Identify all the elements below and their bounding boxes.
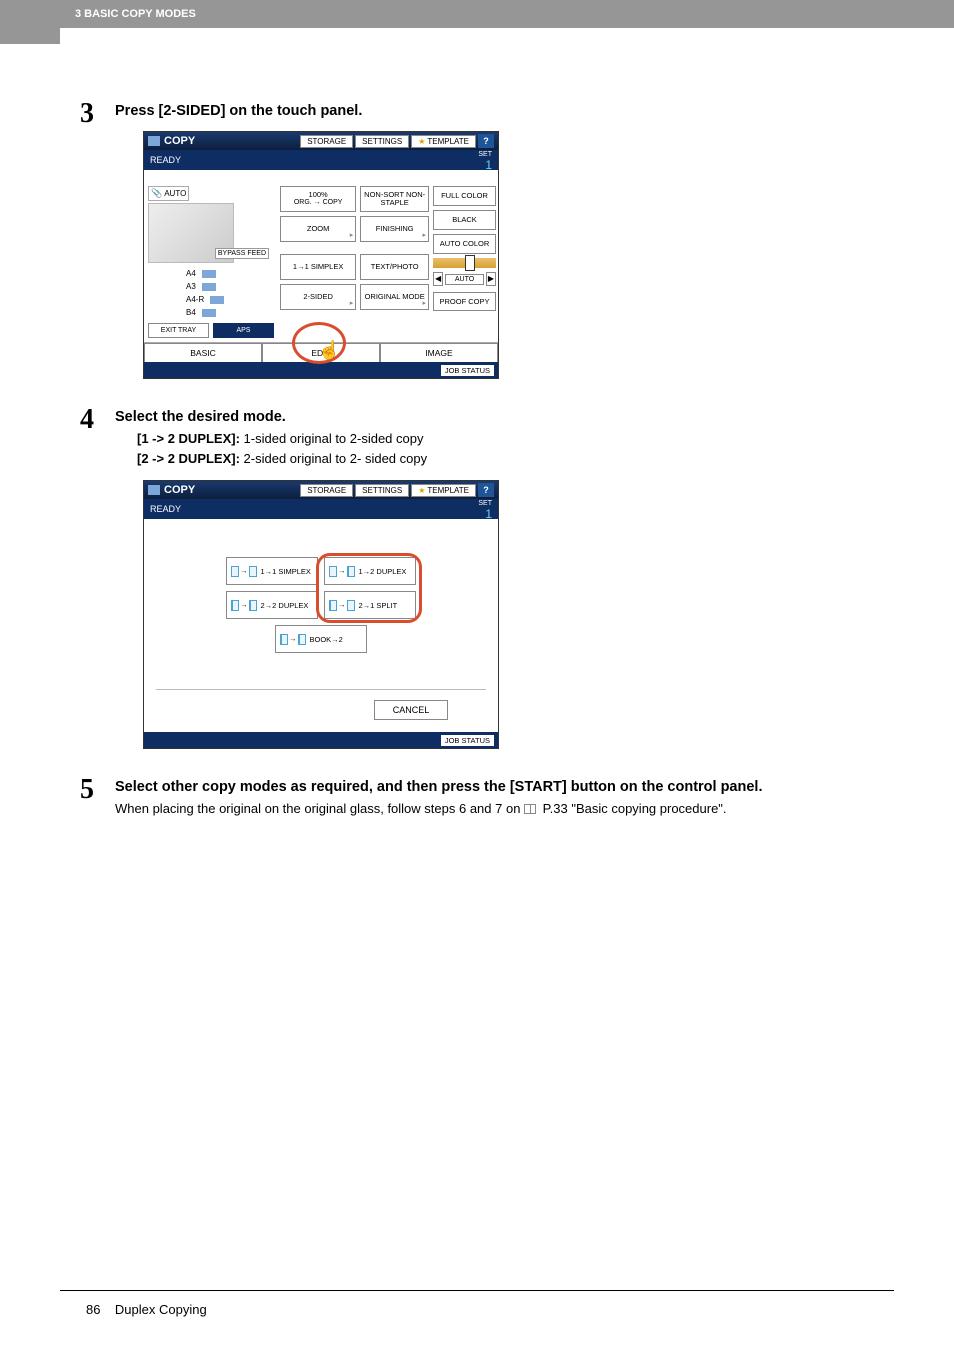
step-3: 3 Press [2-SIDED] on the touch panel. CO… <box>80 103 874 379</box>
template-button[interactable]: TEMPLATE <box>411 135 476 148</box>
simplex-button[interactable]: 1→1 SIMPLEX <box>280 254 356 280</box>
set-count: 1 <box>485 158 492 172</box>
bottom-bar: JOB STATUS <box>144 732 498 748</box>
duplex-2-2[interactable]: → 2→2 DUPLEX <box>226 591 318 619</box>
two-sided-button[interactable]: 2-SIDED▸ <box>280 284 356 310</box>
ready-label: READY <box>150 155 181 165</box>
step-title: Select other copy modes as required, and… <box>115 779 874 795</box>
book-icon <box>524 804 536 814</box>
bypass-feed-button[interactable]: BYPASS FEED <box>215 248 269 259</box>
paper-a4r[interactable]: A4-R <box>148 293 274 306</box>
density-slider[interactable] <box>433 258 496 268</box>
desc-2-text: 2-sided original to 2- sided copy <box>240 451 427 466</box>
page-content: 3 Press [2-SIDED] on the touch panel. CO… <box>0 28 954 819</box>
help-button[interactable]: ? <box>478 483 494 497</box>
paper-a3[interactable]: A3 <box>148 280 274 293</box>
paper-b4[interactable]: B4 <box>148 306 274 319</box>
cancel-button[interactable]: CANCEL <box>374 700 449 720</box>
density-right[interactable]: ▶ <box>486 272 496 286</box>
step-description: When placing the original on the origina… <box>115 799 874 819</box>
template-button[interactable]: TEMPLATE <box>411 484 476 497</box>
duplex-options: → 1→1 SIMPLEX → 1→2 DUPLEX → 2→2 D <box>144 531 498 671</box>
step-number: 3 <box>80 100 115 379</box>
app-title: COPY <box>164 135 195 147</box>
pointer-icon: ☝ <box>318 340 340 361</box>
density-left[interactable]: ◀ <box>433 272 443 286</box>
original-mode-button[interactable]: ORIGINAL MODE▸ <box>360 284 429 310</box>
page-number: 86 <box>86 1302 100 1317</box>
duplex-1-1-simplex[interactable]: → 1→1 SIMPLEX <box>226 557 318 585</box>
full-color-button[interactable]: FULL COLOR <box>433 186 496 206</box>
job-status-button[interactable]: JOB STATUS <box>441 365 494 376</box>
page-header: 3 BASIC COPY MODES <box>0 0 954 28</box>
auto-color-button[interactable]: AUTO COLOR <box>433 234 496 254</box>
divider <box>156 689 486 690</box>
set-count: 1 <box>485 507 492 521</box>
touch-panel-basic: COPY STORAGE SETTINGS TEMPLATE ? READY S… <box>143 131 499 379</box>
auto-tag[interactable]: AUTO <box>148 186 189 201</box>
copy-icon <box>148 136 160 146</box>
textphoto-button[interactable]: TEXT/PHOTO <box>360 254 429 280</box>
storage-button[interactable]: STORAGE <box>300 135 353 148</box>
zoom-button[interactable]: ZOOM▸ <box>280 216 356 242</box>
step-title: Select the desired mode. <box>115 409 874 425</box>
status-bar: READY SET 1 <box>144 499 498 519</box>
step5-text-a: When placing the original on the origina… <box>115 801 524 816</box>
ready-label: READY <box>150 504 181 514</box>
ratio-button[interactable]: 100% ORG. → COPY <box>280 186 356 212</box>
desc-2-label: [2 -> 2 DUPLEX]: <box>137 451 240 466</box>
step-description: [1 -> 2 DUPLEX]: 1-sided original to 2-s… <box>137 429 874 468</box>
job-status-button[interactable]: JOB STATUS <box>441 735 494 746</box>
app-title: COPY <box>164 484 195 496</box>
duplex-1-2[interactable]: → 1→2 DUPLEX <box>324 557 416 585</box>
tab-basic[interactable]: BASIC <box>144 343 262 362</box>
panel-main: AUTO BYPASS FEED A4 A3 A4-R B4 <box>144 182 498 342</box>
proof-copy-button[interactable]: PROOF COPY <box>433 292 496 311</box>
auto-density-button[interactable]: AUTO <box>445 274 484 285</box>
settings-button[interactable]: SETTINGS <box>355 484 409 497</box>
step-4: 4 Select the desired mode. [1 -> 2 DUPLE… <box>80 409 874 749</box>
desc-1-label: [1 -> 2 DUPLEX]: <box>137 431 240 446</box>
settings-button[interactable]: SETTINGS <box>355 135 409 148</box>
page-footer: 86 Duplex Copying <box>86 1302 207 1317</box>
touch-panel-duplex: COPY STORAGE SETTINGS TEMPLATE ? READY S… <box>143 480 499 749</box>
set-label: SET <box>478 151 492 158</box>
help-button[interactable]: ? <box>478 134 494 148</box>
duplex-2-1-split[interactable]: → 2→1 SPLIT <box>324 591 416 619</box>
exit-tray-button[interactable]: EXIT TRAY <box>148 323 209 338</box>
duplex-book-2[interactable]: → BOOK→2 <box>275 625 367 653</box>
paper-list: A4 A3 A4-R B4 <box>148 267 274 319</box>
copy-icon <box>148 485 160 495</box>
side-strip <box>0 28 60 44</box>
tray-illustration: BYPASS FEED <box>148 203 234 263</box>
bottom-bar: JOB STATUS <box>144 362 498 378</box>
paper-a4[interactable]: A4 <box>148 267 274 280</box>
nonsort-button[interactable]: NON-SORT NON-STAPLE <box>360 186 429 212</box>
footer-section: Duplex Copying <box>115 1302 207 1317</box>
black-button[interactable]: BLACK <box>433 210 496 230</box>
set-label: SET <box>478 500 492 507</box>
step-5: 5 Select other copy modes as required, a… <box>80 779 874 819</box>
desc-1-text: 1-sided original to 2-sided copy <box>240 431 424 446</box>
header-text: 3 BASIC COPY MODES <box>75 8 196 20</box>
titlebar: COPY STORAGE SETTINGS TEMPLATE ? <box>144 132 498 150</box>
step-number: 4 <box>80 406 115 749</box>
titlebar: COPY STORAGE SETTINGS TEMPLATE ? <box>144 481 498 499</box>
finishing-button[interactable]: FINISHING▸ <box>360 216 429 242</box>
aps-button[interactable]: APS <box>213 323 274 338</box>
step-title: Press [2-SIDED] on the touch panel. <box>115 103 874 119</box>
storage-button[interactable]: STORAGE <box>300 484 353 497</box>
step-number: 5 <box>80 776 115 819</box>
step5-text-b: P.33 "Basic copying procedure". <box>543 801 727 816</box>
status-bar: READY SET 1 <box>144 150 498 170</box>
tab-image[interactable]: IMAGE <box>380 343 498 362</box>
footer-rule <box>60 1290 894 1291</box>
